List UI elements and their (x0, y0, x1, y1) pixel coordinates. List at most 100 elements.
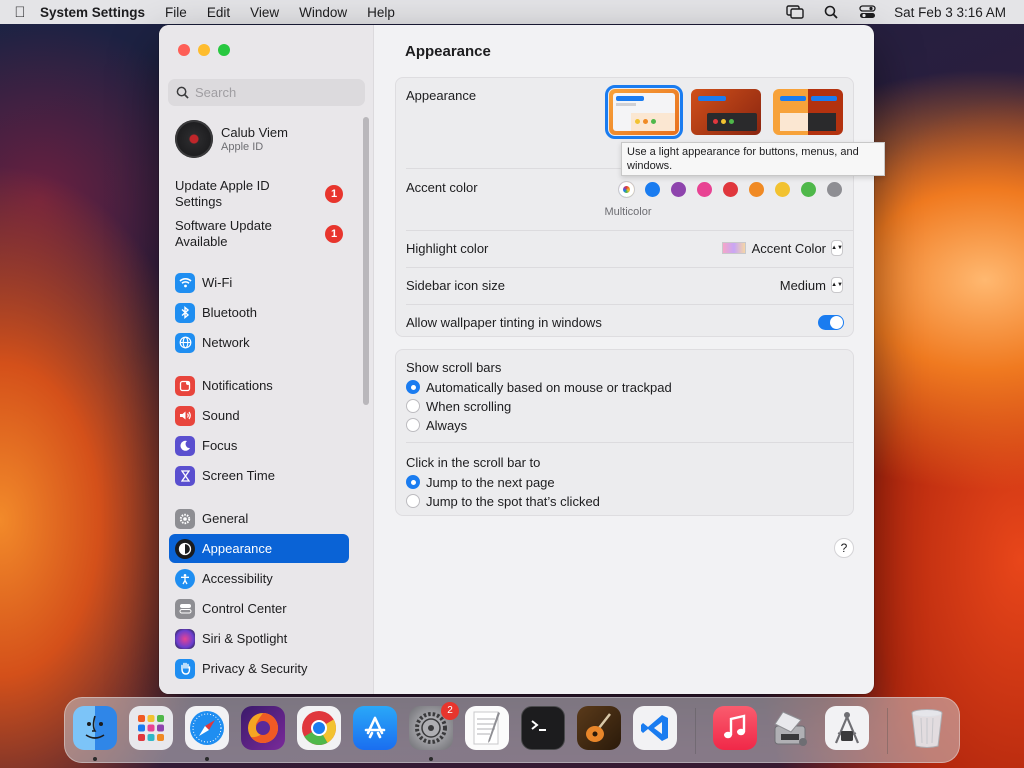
page-title: Appearance (405, 43, 491, 60)
apple-id-account[interactable]: Calub Viem Apple ID (175, 120, 288, 158)
sidebar-item-control-center[interactable]: Control Center (169, 594, 349, 623)
scroll-bars-panel: Show scroll bars Automatically based on … (395, 349, 854, 516)
search-icon[interactable] (822, 5, 840, 19)
menu-window[interactable]: Window (299, 5, 347, 20)
accent-swatch[interactable] (827, 182, 842, 197)
dock-terminal[interactable] (521, 706, 565, 750)
dock-chrome[interactable] (297, 706, 341, 750)
accent-swatch[interactable] (801, 182, 816, 197)
sidebar-item-privacy-security[interactable]: Privacy & Security (169, 654, 349, 683)
dock-textedit[interactable] (465, 706, 509, 750)
control-center-icon[interactable] (858, 5, 876, 19)
sidebar-item-bluetooth[interactable]: Bluetooth (169, 298, 349, 327)
sidebar-item-general[interactable]: General (169, 504, 349, 533)
bluetooth-icon (175, 302, 195, 323)
screen-mirroring-icon[interactable] (786, 5, 804, 19)
sidebar-item-accessibility[interactable]: Accessibility (169, 564, 349, 593)
app-name-menu[interactable]: System Settings (40, 5, 145, 20)
sidebar-item-siri-spotlight[interactable]: Siri & Spotlight (169, 624, 349, 653)
firefox-icon (248, 713, 278, 743)
sidebar-item-appearance[interactable]: Appearance (169, 534, 349, 563)
system-settings-window: Calub Viem Apple ID Update Apple ID Sett… (159, 25, 874, 694)
accent-swatch-multicolor[interactable] (619, 182, 634, 197)
sidebar-item-screen-time[interactable]: Screen Time (169, 461, 349, 490)
highlight-color-label: Highlight color (406, 240, 489, 256)
appearance-label: Appearance (406, 88, 477, 103)
appearance-auto-option[interactable] (773, 89, 843, 135)
dock-archive-utility[interactable] (825, 706, 869, 750)
wifi-icon (175, 272, 195, 293)
sidebar-item-label: Accessibility (202, 571, 273, 586)
accent-swatch[interactable] (775, 182, 790, 197)
click-option-spot-clicked[interactable]: Jump to the spot that’s clicked (406, 492, 843, 510)
radio-button[interactable] (406, 418, 420, 432)
menu-view[interactable]: View (250, 5, 279, 20)
dock-music[interactable] (713, 706, 757, 750)
notice-software-update[interactable]: Software Update Available 1 (175, 218, 345, 250)
scroll-option-automatic[interactable]: Automatically based on mouse or trackpad (406, 378, 843, 396)
close-button[interactable] (178, 44, 190, 56)
highlight-color-popup[interactable]: Accent Color ▲▼ (721, 240, 843, 256)
radio-button[interactable] (406, 380, 420, 394)
radio-button[interactable] (406, 475, 420, 489)
scroll-option-when-scrolling[interactable]: When scrolling (406, 397, 843, 415)
sidebar-item-wifi[interactable]: Wi-Fi (169, 268, 349, 297)
running-indicator (205, 757, 209, 761)
help-button[interactable]: ? (834, 538, 854, 558)
guitar-icon (586, 713, 611, 742)
show-scroll-bars-label: Show scroll bars (406, 360, 502, 375)
sidebar-item-label: Network (202, 335, 250, 350)
dock-trash[interactable] (905, 706, 949, 750)
dock-safari[interactable] (185, 706, 229, 750)
notification-badge: 1 (325, 185, 343, 203)
appearance-light-option[interactable] (605, 85, 683, 139)
accent-swatch[interactable] (723, 182, 738, 197)
menu-edit[interactable]: Edit (207, 5, 230, 20)
dock-system-settings[interactable]: 2 (409, 702, 459, 750)
menu-help[interactable]: Help (367, 5, 395, 20)
notice-update-apple-id[interactable]: Update Apple ID Settings 1 (175, 178, 345, 210)
sidebar-item-label: Control Center (202, 601, 287, 616)
sidebar-icon-size-label: Sidebar icon size (406, 277, 505, 293)
wallpaper-tinting-toggle[interactable] (818, 314, 844, 330)
scroll-option-always[interactable]: Always (406, 416, 843, 434)
dock-migration[interactable] (769, 706, 813, 750)
sidebar-item-label: Notifications (202, 378, 273, 393)
appearance-settings-panel: Appearance Accent color Multicolor Highl… (395, 77, 854, 337)
app-store-icon (364, 716, 386, 739)
dock-garageband[interactable] (577, 706, 621, 750)
dock-firefox[interactable] (241, 706, 285, 750)
dock-finder[interactable] (73, 706, 117, 750)
accent-swatch[interactable] (749, 182, 764, 197)
sidebar-item-label: Screen Time (202, 468, 275, 483)
sidebar-scrollbar[interactable] (363, 117, 369, 405)
accessibility-icon (175, 568, 195, 589)
search-input[interactable] (195, 85, 355, 100)
accent-swatch[interactable] (697, 182, 712, 197)
chevron-updown-icon: ▲▼ (831, 277, 843, 293)
sidebar-item-sound[interactable]: Sound (169, 401, 349, 430)
running-indicator (429, 757, 433, 761)
zoom-button[interactable] (218, 44, 230, 56)
sidebar-icon-size-popup[interactable]: Medium ▲▼ (780, 277, 843, 293)
dock-app-store[interactable] (353, 706, 397, 750)
sidebar-item-focus[interactable]: Focus (169, 431, 349, 460)
apple-logo-icon[interactable]:  (0, 4, 40, 21)
dock-vscode[interactable] (633, 706, 677, 750)
bell-icon (175, 375, 195, 396)
sidebar: Calub Viem Apple ID Update Apple ID Sett… (159, 25, 374, 694)
menu-file[interactable]: File (165, 5, 187, 20)
sidebar-item-network[interactable]: Network (169, 328, 349, 357)
appearance-dark-option[interactable] (691, 89, 761, 135)
sidebar-item-label: Focus (202, 438, 238, 453)
radio-button[interactable] (406, 494, 420, 508)
radio-button[interactable] (406, 399, 420, 413)
click-option-next-page[interactable]: Jump to the next page (406, 473, 843, 491)
menu-clock[interactable]: Sat Feb 3 3:16 AM (894, 5, 1006, 20)
accent-swatch[interactable] (645, 182, 660, 197)
search-field[interactable] (168, 79, 365, 106)
dock-launchpad[interactable] (129, 706, 173, 750)
accent-swatch[interactable] (671, 182, 686, 197)
sidebar-item-notifications[interactable]: Notifications (169, 371, 349, 400)
minimize-button[interactable] (198, 44, 210, 56)
